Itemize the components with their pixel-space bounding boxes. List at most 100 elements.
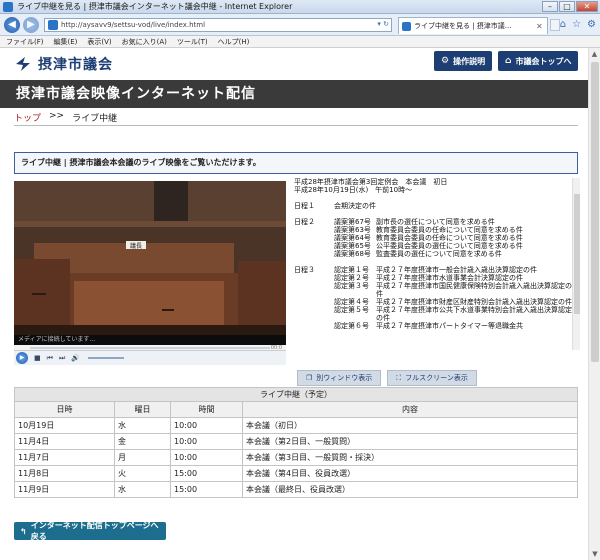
- agenda-item: 議案第67号 副市長の選任について同意を求める件: [334, 218, 572, 226]
- agenda-item-text: 教育委員会委員の任命について同意を求める件: [376, 226, 523, 234]
- close-button[interactable]: ✕: [576, 1, 598, 12]
- new-tab-button[interactable]: [550, 19, 560, 31]
- agenda-day-3: 日程３ 認定第１号 平成２７年度摂津市一般会計歳入歳出決算認定の件 認定第２号 平成…: [294, 266, 572, 330]
- browser-tab[interactable]: ライブ中継を見る | 摂津市議... ✕: [398, 17, 548, 34]
- column-header: 時間: [170, 401, 243, 418]
- agenda-item-text: 平成２７年度摂津市一般会計歳入歳出決算認定の件: [376, 266, 537, 274]
- breadcrumb-home[interactable]: トップ: [14, 111, 41, 124]
- play-icon[interactable]: ▶: [16, 352, 28, 364]
- seek-track[interactable]: [30, 347, 270, 349]
- council-top-label: 市議会トップへ: [515, 56, 572, 66]
- player-controls: ▶ ■ ⏮ ⏭ 🔊: [14, 351, 286, 365]
- site-logo[interactable]: 摂津市議会: [14, 54, 113, 74]
- agenda-day-label: 日程３: [294, 266, 315, 274]
- schedule-caption: ライブ中継（予定）: [14, 387, 578, 402]
- agenda-session: 平成28年摂津市議会第3回定例会 本会議 初日: [294, 178, 448, 186]
- schedule-content: 本会議（第3日目、一般質問・採決）: [242, 449, 578, 466]
- maximize-button[interactable]: □: [559, 1, 575, 12]
- live-schedule-table: ライブ中継（予定） 日時 曜日 時間 内容 10月19日 水 10:00 本会議…: [14, 387, 578, 498]
- player-status: メディアに接続しています...: [14, 335, 286, 345]
- page-viewport: 摂津市議会 ⚙ 操作説明 ⌂ 市議会トップへ 摂津市議会映像インターネット配信 …: [0, 48, 588, 560]
- table-row: 11月8日 火 15:00 本会議（第4日目、役員改選）: [14, 465, 578, 482]
- video-frame[interactable]: 議長: [14, 181, 286, 335]
- agenda-item-no: 認定第５号: [334, 306, 369, 314]
- agenda-panel: 平成28年摂津市議会第3回定例会 本会議 初日 平成28年10月19日(水) 午…: [294, 178, 572, 350]
- refresh-icon[interactable]: ▾ ↻: [377, 20, 389, 28]
- table-row: 11月4日 金 10:00 本会議（第2日目、一般質問）: [14, 433, 578, 450]
- settings-gear-icon[interactable]: ⚙: [587, 19, 596, 30]
- menu-help[interactable]: ヘルプ(H): [218, 37, 250, 47]
- agenda-item: 会期決定の件: [334, 202, 572, 210]
- help-button[interactable]: ⚙ 操作説明: [434, 51, 493, 71]
- schedule-date: 11月7日: [14, 449, 115, 466]
- return-arrow-icon: ↰: [20, 526, 27, 536]
- city-emblem-icon: [16, 57, 30, 71]
- breadcrumb: トップ >> ライブ中継: [14, 111, 117, 124]
- window-title: ライブ中継を見る | 摂津市議会インターネット議会中継 - Internet E…: [17, 2, 293, 11]
- agenda-day-label: 日程２: [294, 218, 315, 226]
- building-icon: ⌂: [505, 56, 512, 66]
- stop-icon[interactable]: ■: [34, 354, 41, 362]
- schedule-weekday: 金: [114, 433, 171, 450]
- agenda-item-no: 議案第67号: [334, 218, 371, 226]
- menu-tools[interactable]: ツール(T): [177, 37, 208, 47]
- minimize-button[interactable]: –: [542, 1, 558, 12]
- schedule-weekday: 水: [114, 481, 171, 498]
- agenda-item-no: 認定第６号: [334, 322, 369, 330]
- schedule-weekday: 火: [114, 465, 171, 482]
- schedule-content: 本会議（第2日目、一般質問）: [242, 433, 578, 450]
- page-title: 摂津市議会映像インターネット配信: [16, 86, 256, 102]
- menu-view[interactable]: 表示(V): [87, 37, 111, 47]
- tab-close-icon[interactable]: ✕: [536, 22, 543, 31]
- scroll-down-icon[interactable]: ▼: [589, 548, 600, 560]
- volume-icon[interactable]: 🔊: [71, 354, 80, 362]
- agenda-scroll-thumb[interactable]: [574, 194, 580, 314]
- agenda-scrollbar[interactable]: [572, 178, 580, 350]
- back-icon[interactable]: ◀: [4, 17, 20, 33]
- page-scroll-thumb[interactable]: [591, 62, 599, 362]
- menu-favorites[interactable]: お気に入り(A): [122, 37, 167, 47]
- table-row: 11月9日 水 15:00 本会議（最終日、役員改選）: [14, 481, 578, 498]
- logo-text: 摂津市議会: [38, 57, 113, 73]
- forward-icon[interactable]: ▶: [23, 17, 39, 33]
- speaker-nameplate: 議長: [130, 242, 142, 250]
- breadcrumb-divider: [14, 125, 578, 126]
- favorites-icon[interactable]: ☆: [572, 19, 581, 30]
- tab-title: ライブ中継を見る | 摂津市議...: [414, 22, 512, 30]
- agenda-item-no: 議案第68号: [334, 250, 371, 258]
- next-icon[interactable]: ⏭: [59, 354, 65, 363]
- council-top-button[interactable]: ⌂ 市議会トップへ: [498, 51, 579, 71]
- browser-titlebar: ライブ中継を見る | 摂津市議会インターネット議会中継 - Internet E…: [0, 0, 600, 14]
- home-icon[interactable]: ⌂: [560, 19, 566, 30]
- agenda-item-text: 教育委員会委員の任命について同意を求める件: [376, 234, 523, 242]
- agenda-date: 平成28年10月19日(水) 午前10時～: [294, 186, 413, 194]
- gear-icon: ⚙: [441, 56, 450, 66]
- agenda-item-text: 平成２７年度摂津市国民健康保険特別会計歳入歳出決算認定の件: [376, 282, 572, 298]
- agenda-item-no: 認定第１号: [334, 266, 369, 274]
- separate-window-button[interactable]: ❐ 別ウィンドウ表示: [297, 370, 382, 386]
- schedule-content: 本会議（第4日目、役員改選）: [242, 465, 578, 482]
- schedule-date: 11月8日: [14, 465, 115, 482]
- agenda-item-no: 認定第３号: [334, 282, 369, 290]
- back-to-top-label: インターネット配信トップページへ戻る: [30, 521, 159, 541]
- column-header: 曜日: [114, 401, 171, 418]
- address-url: http://aysavv9/settsu-vod/live/index.htm…: [61, 21, 206, 29]
- ie-icon: [3, 1, 13, 12]
- address-bar[interactable]: http://aysavv9/settsu-vod/live/index.htm…: [44, 18, 392, 32]
- scroll-up-icon[interactable]: ▲: [589, 48, 600, 60]
- agenda-item-text: 平成２７年度摂津市パートタイマー等退職金共: [376, 322, 523, 330]
- agenda-item-no: 議案第64号: [334, 234, 371, 242]
- volume-slider[interactable]: [87, 357, 124, 359]
- help-button-label: 操作説明: [453, 56, 486, 66]
- back-to-top-button[interactable]: ↰ インターネット配信トップページへ戻る: [14, 521, 166, 541]
- agenda-item: 議案第64号 教育委員会委員の任命について同意を求める件: [334, 234, 572, 242]
- page-scrollbar[interactable]: ▲ ▼: [588, 48, 600, 560]
- fullscreen-button[interactable]: ⛶ フルスクリーン表示: [387, 370, 477, 386]
- separate-window-label: 別ウィンドウ表示: [316, 374, 373, 382]
- previous-icon[interactable]: ⏮: [47, 354, 53, 363]
- menu-edit[interactable]: 編集(E): [54, 37, 78, 47]
- agenda-day-2: 日程２ 議案第67号 副市長の選任について同意を求める件 議案第63号 教育委員会委…: [294, 218, 572, 258]
- menu-file[interactable]: ファイル(F): [6, 37, 44, 47]
- live-notice: ライブ中継 | 摂津市議会本会議のライブ映像をご覧いただけます。: [14, 152, 578, 174]
- breadcrumb-current: ライブ中継: [72, 114, 118, 124]
